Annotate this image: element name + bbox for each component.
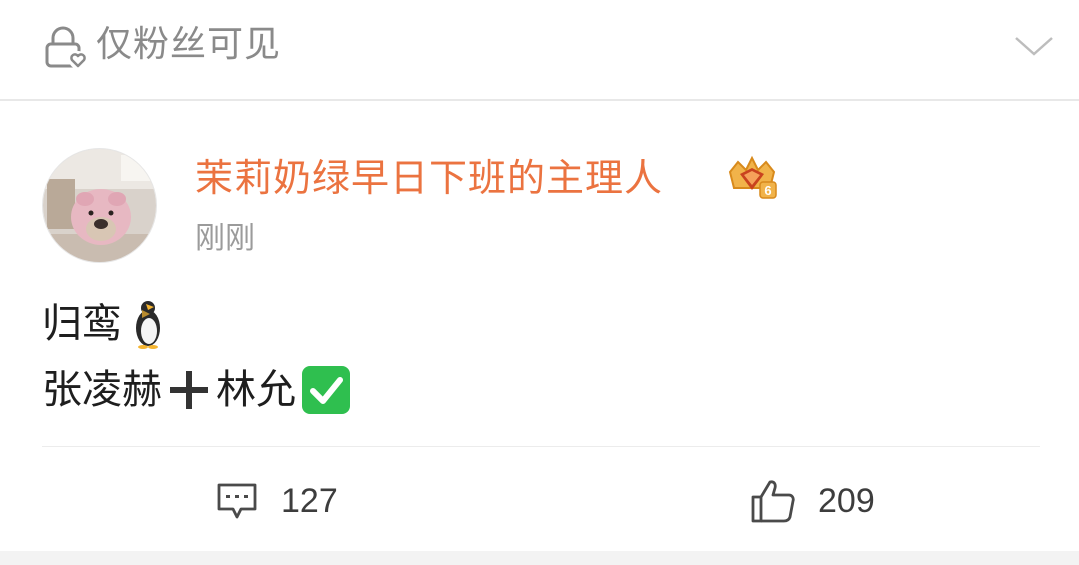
avatar-image (43, 149, 156, 262)
divider (42, 446, 1040, 447)
plus-icon (170, 371, 208, 409)
penguin-icon (136, 301, 160, 349)
comment-button[interactable]: 127 (215, 476, 338, 526)
visibility-bar[interactable]: 仅粉丝可见 (0, 0, 1079, 101)
comment-icon (217, 483, 257, 519)
post-time: 刚刚 (195, 221, 255, 256)
like-count: 209 (818, 481, 875, 520)
post-content-line-2: 张凌赫 林允 (42, 363, 352, 417)
vip-crown-icon[interactable]: 6 (724, 154, 780, 200)
content-text-2b: 林允 (216, 367, 296, 413)
vip-level: 6 (764, 183, 771, 198)
chevron-down-icon[interactable] (1013, 30, 1055, 60)
content-text-1: 归鸾 (42, 301, 122, 347)
visibility-label: 仅粉丝可见 (96, 24, 282, 65)
content-text-2a: 张凌赫 (42, 367, 162, 413)
author-name[interactable]: 茉莉奶绿早日下班的主理人 (195, 152, 663, 204)
check-mark-icon (302, 366, 350, 414)
comment-count: 127 (281, 481, 338, 520)
weibo-post-card: 仅粉丝可见 茉莉奶绿早日下班的主理人 6 刚刚 归鸾 张凌赫 林允 127 20… (0, 0, 1079, 565)
avatar[interactable] (42, 148, 157, 263)
bottom-strip (0, 551, 1079, 565)
thumbs-up-icon (751, 480, 795, 523)
lock-heart-icon (45, 26, 87, 69)
post-content-line-1: 归鸾 (42, 297, 168, 351)
like-button[interactable]: 209 (750, 476, 875, 526)
